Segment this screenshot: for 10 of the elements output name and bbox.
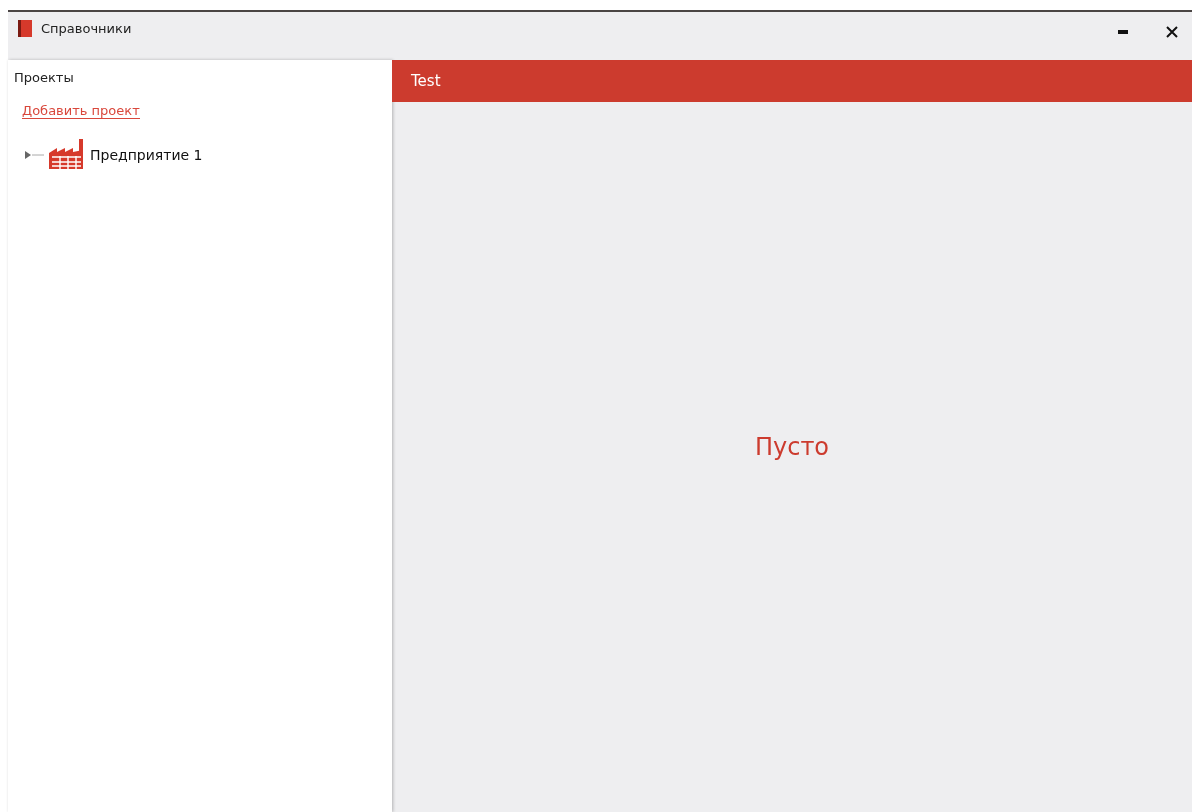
empty-message: Пусто [754, 433, 830, 461]
tree-item-label[interactable]: Предприятие 1 [90, 147, 203, 163]
close-icon[interactable] [1166, 26, 1178, 38]
factory-icon [48, 139, 86, 171]
book-icon [18, 20, 32, 37]
tab-title: Test [411, 72, 441, 90]
add-project-link[interactable]: Добавить проект [22, 103, 140, 119]
window-title: Справочники [41, 20, 132, 38]
panel-title: Проекты [14, 70, 74, 85]
expand-arrow-icon[interactable] [24, 150, 44, 160]
